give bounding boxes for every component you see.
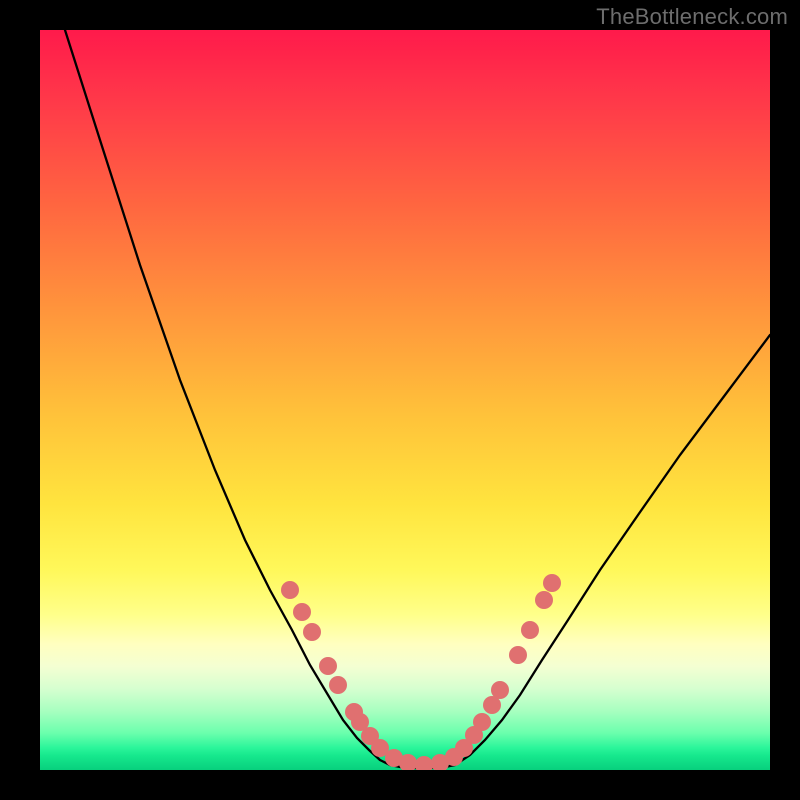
marker-point (473, 713, 491, 731)
marker-point (319, 657, 337, 675)
watermark-text: TheBottleneck.com (596, 4, 788, 30)
marker-point (509, 646, 527, 664)
plot-area (40, 30, 770, 770)
marker-point (543, 574, 561, 592)
marker-point (329, 676, 347, 694)
bottleneck-curve (65, 30, 770, 768)
marker-point (415, 756, 433, 770)
curve-svg (40, 30, 770, 770)
marker-point (535, 591, 553, 609)
marker-point (281, 581, 299, 599)
marker-point (293, 603, 311, 621)
chart-frame: TheBottleneck.com (0, 0, 800, 800)
marker-group (281, 574, 561, 770)
marker-point (491, 681, 509, 699)
marker-point (521, 621, 539, 639)
marker-point (303, 623, 321, 641)
